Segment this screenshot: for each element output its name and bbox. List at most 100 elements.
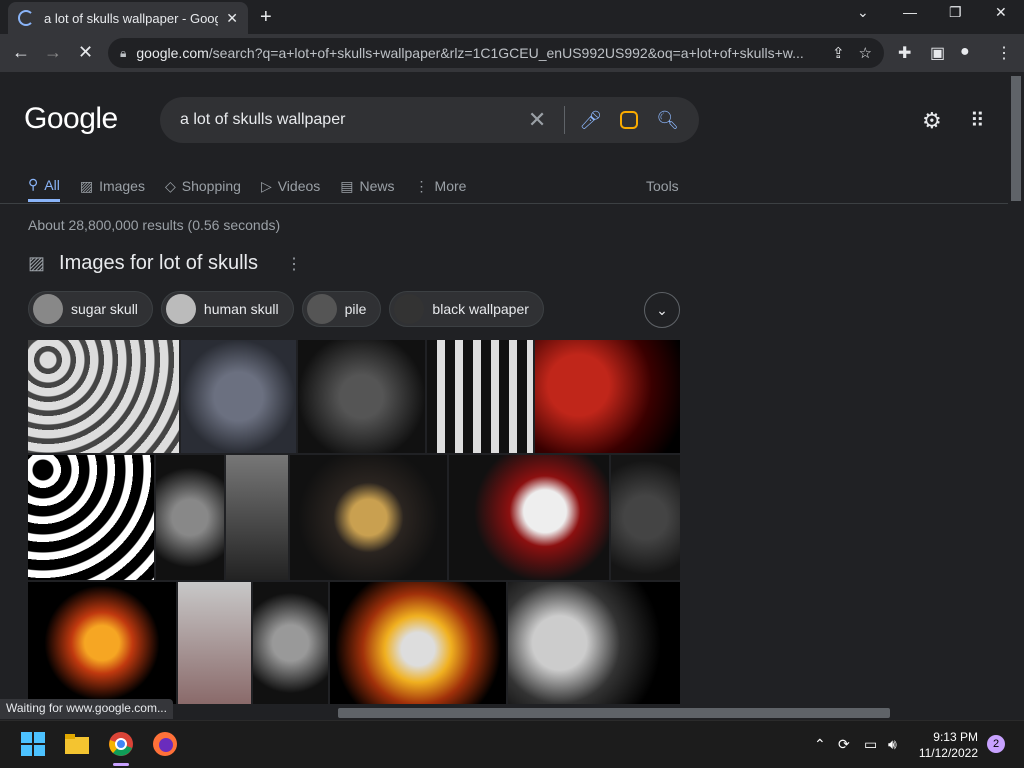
image-result[interactable] bbox=[253, 582, 328, 704]
clock[interactable]: 9:13 PM 11/12/2022 bbox=[918, 729, 978, 761]
chevron-down-icon: ⌄ bbox=[656, 301, 668, 318]
browser-toolbar: ← → ✕ 🔒︎ google.com/search?q=a+lot+of+sk… bbox=[0, 34, 1024, 72]
file-explorer-icon[interactable] bbox=[64, 731, 90, 757]
tab-title: a lot of skulls wallpaper - Google bbox=[44, 10, 219, 26]
profile-icon[interactable]: ● bbox=[960, 43, 970, 61]
image-result[interactable] bbox=[298, 340, 425, 453]
active-app-indicator bbox=[113, 763, 129, 766]
status-bar: Waiting for www.google.com... bbox=[0, 699, 173, 719]
search-icon: ⚲ bbox=[28, 176, 39, 192]
chip-thumbnail bbox=[394, 294, 425, 324]
stop-icon[interactable]: ✕ bbox=[78, 42, 93, 63]
taskbar: ⌃ ⟳ ▭ 🔊︎ 9:13 PM 11/12/2022 2 bbox=[0, 720, 1024, 768]
google-logo[interactable]: Google bbox=[24, 102, 118, 136]
window-close-icon[interactable]: ✕ bbox=[995, 4, 1007, 21]
minimize-icon[interactable]: — bbox=[903, 4, 917, 20]
google-results-page: Google a lot of skulls wallpaper ✕ 🎤︎ 🔍︎… bbox=[0, 72, 1008, 704]
expand-chips-button[interactable]: ⌄ bbox=[644, 292, 680, 328]
search-box[interactable]: a lot of skulls wallpaper ✕ 🎤︎ 🔍︎ bbox=[160, 97, 699, 143]
scrollbar-thumb[interactable] bbox=[338, 708, 890, 718]
tab-shopping[interactable]: ◇ Shopping bbox=[165, 170, 241, 202]
divider bbox=[564, 106, 566, 134]
tabs-divider bbox=[0, 203, 1008, 204]
scrollbar-thumb[interactable] bbox=[1011, 76, 1021, 201]
image-result[interactable] bbox=[181, 340, 296, 453]
image-result[interactable] bbox=[535, 340, 680, 453]
image-result[interactable] bbox=[28, 340, 179, 453]
mic-icon[interactable]: 🎤︎ bbox=[579, 110, 602, 131]
notification-badge[interactable]: 2 bbox=[987, 735, 1005, 753]
chevron-up-icon[interactable]: ⌃ bbox=[814, 736, 826, 753]
chip-pile[interactable]: pile bbox=[301, 291, 382, 327]
tab-search-icon[interactable]: ⌄ bbox=[857, 4, 869, 21]
tab-all[interactable]: ⚲ All bbox=[28, 170, 60, 202]
refinement-chips: sugar skull human skull pile black wallp… bbox=[28, 291, 544, 327]
restore-icon[interactable]: ❐ bbox=[949, 4, 962, 21]
image-result[interactable] bbox=[28, 455, 154, 580]
tab-more[interactable]: ⋮ More bbox=[415, 170, 467, 202]
chip-human-skull[interactable]: human skull bbox=[160, 291, 294, 327]
side-panel-icon[interactable]: ▣ bbox=[930, 43, 945, 63]
time: 9:13 PM bbox=[933, 730, 978, 744]
tools-button[interactable]: Tools bbox=[646, 178, 679, 194]
chip-black-wallpaper[interactable]: black wallpaper bbox=[389, 291, 544, 327]
volume-icon[interactable]: 🔊︎ bbox=[888, 736, 897, 753]
tab-images[interactable]: ▨ Images bbox=[80, 170, 145, 202]
image-result[interactable] bbox=[449, 455, 609, 580]
image-result[interactable] bbox=[226, 455, 288, 580]
loading-spinner-icon bbox=[18, 10, 34, 26]
url-text: google.com/search?q=a+lot+of+skulls+wall… bbox=[136, 45, 804, 61]
search-input[interactable]: a lot of skulls wallpaper bbox=[180, 111, 528, 129]
share-icon[interactable]: ⇪ bbox=[832, 44, 845, 62]
menu-icon[interactable]: ⋮ bbox=[996, 43, 1012, 63]
bookmark-star-icon[interactable]: ☆ bbox=[859, 44, 872, 62]
chip-sugar-skull[interactable]: sugar skull bbox=[28, 291, 153, 327]
tab-news[interactable]: ▤ News bbox=[340, 170, 394, 202]
image-result[interactable] bbox=[330, 582, 506, 704]
image-result[interactable] bbox=[508, 582, 680, 704]
apps-grid-icon[interactable]: ⠿ bbox=[970, 108, 985, 133]
sync-icon[interactable]: ⟳ bbox=[838, 736, 850, 753]
image-result[interactable] bbox=[28, 582, 176, 704]
tab-strip: a lot of skulls wallpaper - Google ✕ + ⌄… bbox=[0, 0, 1024, 34]
new-tab-icon[interactable]: + bbox=[260, 6, 272, 29]
lens-icon[interactable] bbox=[620, 111, 639, 129]
image-icon: ▨ bbox=[28, 253, 46, 273]
more-icon: ⋮ bbox=[414, 177, 429, 194]
chip-thumbnail bbox=[165, 294, 196, 324]
close-tab-icon[interactable]: ✕ bbox=[226, 10, 238, 27]
search-icon[interactable]: 🔍︎ bbox=[656, 110, 679, 131]
result-stats: About 28,800,000 results (0.56 seconds) bbox=[28, 217, 281, 233]
chip-thumbnail bbox=[306, 294, 337, 324]
more-options-icon[interactable]: ⋮ bbox=[286, 254, 302, 274]
image-grid bbox=[28, 340, 680, 704]
network-icon[interactable]: ▭ bbox=[864, 736, 877, 753]
windows-start-icon[interactable] bbox=[20, 731, 46, 757]
browser-tab[interactable]: a lot of skulls wallpaper - Google ✕ bbox=[8, 2, 248, 34]
clear-icon[interactable]: ✕ bbox=[528, 107, 546, 133]
image-result[interactable] bbox=[611, 455, 680, 580]
forward-icon[interactable]: → bbox=[44, 42, 62, 63]
images-section-header: ▨ Images for lot of skulls ⋮ bbox=[28, 252, 302, 275]
image-result[interactable] bbox=[290, 455, 447, 580]
vertical-scrollbar[interactable] bbox=[1008, 72, 1024, 704]
tag-icon: ◇ bbox=[164, 177, 176, 194]
image-icon: ▨ bbox=[79, 177, 94, 194]
image-result[interactable] bbox=[156, 455, 224, 580]
settings-gear-icon[interactable]: ⚙ bbox=[922, 108, 942, 134]
tab-videos[interactable]: ▷ Videos bbox=[261, 170, 320, 202]
back-icon[interactable]: ← bbox=[12, 42, 30, 63]
lock-icon[interactable]: 🔒︎ bbox=[120, 46, 126, 61]
chip-thumbnail bbox=[33, 294, 63, 324]
play-icon: ▷ bbox=[260, 177, 272, 194]
news-icon: ▤ bbox=[340, 177, 354, 194]
image-result[interactable] bbox=[427, 340, 533, 453]
chrome-icon[interactable] bbox=[108, 731, 134, 757]
extensions-icon[interactable]: ✚ bbox=[898, 43, 911, 63]
firefox-icon[interactable] bbox=[152, 731, 178, 757]
image-result[interactable] bbox=[178, 582, 251, 704]
address-bar[interactable]: 🔒︎ google.com/search?q=a+lot+of+skulls+w… bbox=[108, 38, 884, 68]
images-heading: Images for lot of skulls bbox=[59, 252, 258, 274]
search-tabs: ⚲ All ▨ Images ◇ Shopping ▷ Videos ▤ News ⋮ Mo… bbox=[28, 170, 486, 202]
date: 11/12/2022 bbox=[918, 746, 978, 760]
